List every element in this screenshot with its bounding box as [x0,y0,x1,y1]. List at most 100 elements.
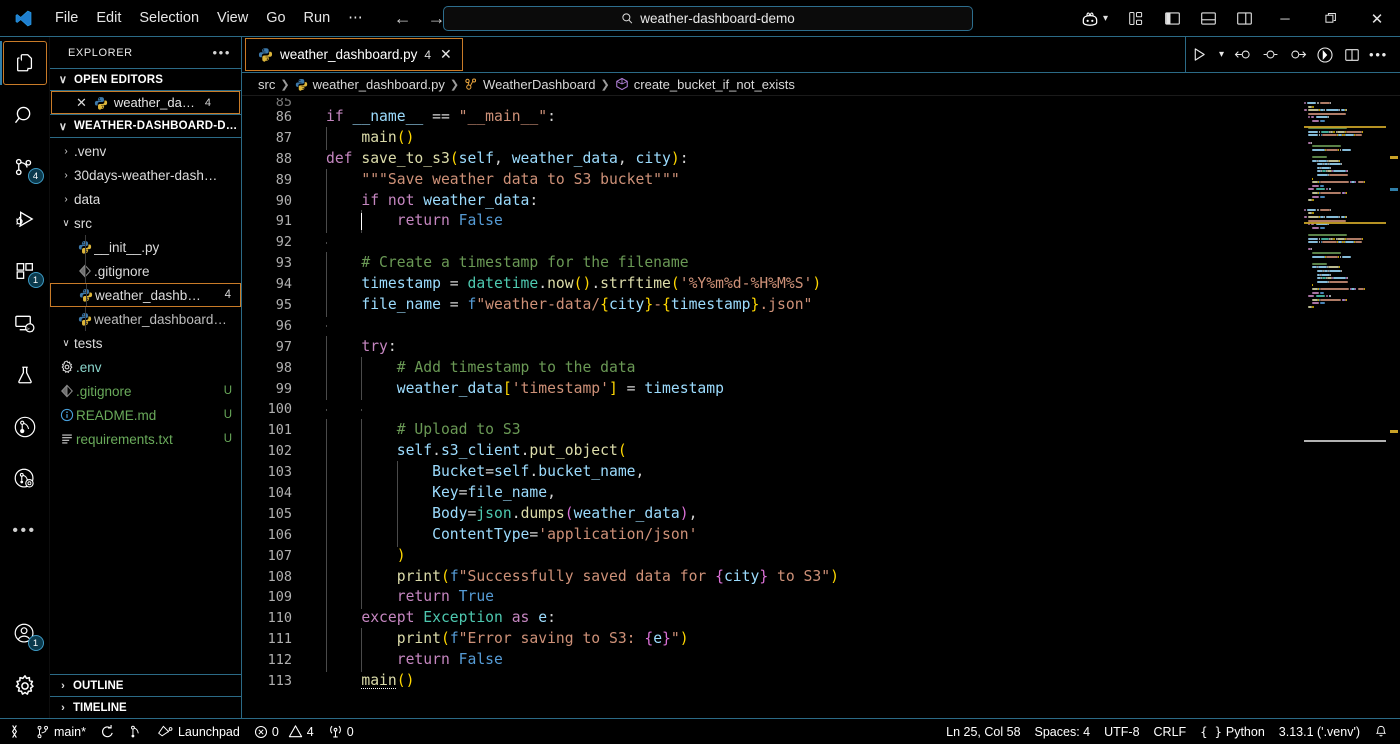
manage-settings-button[interactable] [0,660,50,712]
tree-item-weather-dashb[interactable]: weather_dashb… 4 [50,283,241,307]
explorer-actions-icon[interactable]: ••• [213,45,231,60]
class-icon [464,77,478,91]
run-options-button[interactable]: ▾ [1213,37,1230,73]
sidebar-item-gitlens[interactable] [0,453,50,505]
minimap-line-segment [1355,181,1357,184]
status-python-interpreter[interactable]: 3.13.1 ('.venv') [1272,719,1367,744]
tree-item-tests[interactable]: ∨ tests [50,331,241,355]
breadcrumb-item-method[interactable]: create_bucket_if_not_exists [615,77,795,92]
close-icon[interactable]: ✕ [440,46,452,63]
minimap-line-segment [1312,291,1319,294]
sidebar-item-search[interactable] [0,89,50,141]
sidebar-item-explorer[interactable] [0,37,50,89]
status-language-mode[interactable]: { } Python [1193,719,1272,744]
breadcrumb-item-file[interactable]: weather_dashboard.py [295,77,445,92]
tree-item-weather-dashboard[interactable]: weather_dashboard… [50,307,241,331]
editor-more-actions-button[interactable]: ••• [1365,37,1392,73]
code-line-text: except Exception as e: [306,607,1300,631]
code-editor[interactable]: 85 86 if __name__ == "__main__": 87 main() 8… [242,96,1400,718]
sidebar-item-testing[interactable] [0,349,50,401]
copilot-button[interactable]: ▾ [1066,9,1118,29]
minimap[interactable] [1300,96,1400,718]
status-eol[interactable]: CRLF [1147,719,1194,744]
menu-view[interactable]: View [208,7,257,29]
tree-item-30days-weather-dash[interactable]: › 30days-weather-dash… [50,163,241,187]
window-close-button[interactable]: ✕ [1354,4,1400,34]
accounts-button[interactable]: 1 [0,608,50,660]
tree-item-init-py[interactable]: __init__.py [50,235,241,259]
close-icon[interactable]: ✕ [76,95,87,111]
menu-more[interactable]: ⋯ [339,7,372,29]
indent-guide [326,419,327,443]
step-back-button[interactable] [1230,37,1257,73]
python-icon [94,96,108,110]
timeline-section-header[interactable]: › TIMELINE [50,696,241,718]
menu-file[interactable]: File [46,7,87,29]
menu-selection[interactable]: Selection [130,7,208,29]
menu-run[interactable]: Run [295,7,340,29]
code-token: : [547,108,556,125]
status-remote-host[interactable] [0,719,29,744]
breadcrumb-item-class[interactable]: WeatherDashboard [464,77,596,92]
breadcrumb-item-src[interactable]: src [258,77,275,92]
tree-item-requirements-txt[interactable]: requirements.txt U [50,427,241,451]
chevron-down-icon[interactable]: ∨ [58,338,74,349]
chevron-right-icon[interactable]: › [58,194,74,205]
sidebar-item-source-control[interactable]: 4 [0,141,50,193]
menu-edit[interactable]: Edit [87,7,130,29]
customize-layout-button[interactable] [1118,4,1154,34]
go-back-icon[interactable]: ← [394,9,412,27]
workspace-folder-header[interactable]: ∨ WEATHER-DASHBOARD-D… [50,115,241,138]
chevron-right-icon[interactable]: › [58,146,74,157]
command-center-search[interactable]: weather-dashboard-demo [443,6,973,31]
split-editor-button[interactable] [1338,37,1365,73]
tree-item-gitignore[interactable]: .gitignore [50,259,241,283]
debug-run-button[interactable] [1311,37,1338,73]
outline-section-header[interactable]: › OUTLINE [50,674,241,696]
open-editor-row[interactable]: ✕ weather_da… 4 [51,91,240,114]
window-restore-button[interactable] [1308,4,1354,34]
chevron-right-icon[interactable]: › [58,170,74,181]
minimap-line-segment [1341,148,1352,151]
tree-item-data[interactable]: › data [50,187,241,211]
toggle-primary-sidebar-button[interactable] [1154,4,1190,34]
toggle-panel-button[interactable] [1190,4,1226,34]
open-editors-header[interactable]: ∨ OPEN EDITORS [50,68,241,91]
status-cursor-position[interactable]: Ln 25, Col 58 [939,719,1027,744]
tree-item-gitignore[interactable]: .gitignore U [50,379,241,403]
indent-guide [326,210,327,234]
status-encoding[interactable]: UTF-8 [1097,719,1146,744]
status-indentation[interactable]: Spaces: 4 [1028,719,1098,744]
tree-item-env[interactable]: .env [50,355,241,379]
status-ports[interactable]: 0 [321,719,361,744]
tree-item-venv[interactable]: › .venv [50,139,241,163]
menu-go[interactable]: Go [257,7,294,29]
run-python-file-button[interactable] [1186,37,1213,73]
tab-weather-dashboard-py[interactable]: weather_dashboard.py 4 ✕ [245,38,463,71]
sidebar-item-git-graph[interactable] [0,401,50,453]
status-git-branch[interactable]: main* [29,719,93,744]
chevron-down-icon[interactable]: ▾ [1103,13,1108,24]
status-problems[interactable]: 0 4 [247,719,321,744]
tree-item-readme-md[interactable]: README.md U [50,403,241,427]
window-minimize-button[interactable]: ─ [1262,4,1308,34]
toggle-secondary-sidebar-button[interactable] [1226,4,1262,34]
minimap-line-segment [1312,184,1319,187]
minimap-line-segment [1316,280,1329,283]
step-forward-button[interactable] [1284,37,1311,73]
minimap-line-segment [1312,181,1318,184]
sidebar-item-remote-explorer[interactable]: >_ [0,297,50,349]
status-notifications[interactable] [1367,719,1400,744]
sidebar-item-extensions[interactable]: 1 [0,245,50,297]
tree-item-src[interactable]: ∨ src [50,211,241,235]
status-sync-changes[interactable] [93,719,122,744]
status-git-graph[interactable] [122,719,150,744]
chevron-down-icon[interactable]: ∨ [58,218,74,229]
minimap-line-segment [1338,159,1340,162]
code-token: () [573,275,592,293]
code-scroll-area[interactable]: 85 86 if __name__ == "__main__": 87 main() 8… [242,96,1300,718]
sidebar-item-run-and-debug[interactable] [0,193,50,245]
status-launchpad[interactable]: Launchpad [150,719,247,744]
sidebar-item-more-views[interactable]: ••• [0,505,50,557]
run-cell-button[interactable] [1257,37,1284,73]
